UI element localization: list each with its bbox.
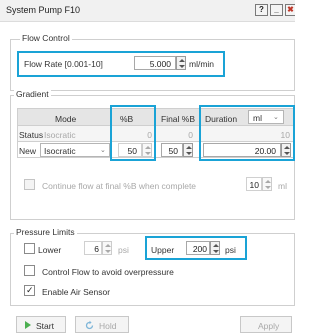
flow-rate-input[interactable]: 5.000 xyxy=(134,56,176,70)
status-mode: Isocratic xyxy=(44,130,76,140)
continue-flow-unit: ml xyxy=(278,181,287,191)
flow-rate-value: 5.000 xyxy=(149,59,171,69)
lower-limit-spinner[interactable] xyxy=(102,241,112,255)
lower-limit-value: 6 xyxy=(94,244,99,254)
chevron-down-icon: ⌄ xyxy=(100,147,106,154)
check-icon: ✓ xyxy=(26,285,34,295)
apply-button[interactable]: Apply xyxy=(240,316,292,333)
status-final-pct-b: 0 xyxy=(188,130,193,140)
hold-icon xyxy=(85,320,94,330)
hold-button-label: Hold xyxy=(99,321,117,331)
lower-limit-checkbox[interactable] xyxy=(24,243,35,254)
window-title: System Pump F10 xyxy=(6,5,81,15)
pressure-limits-title: Pressure Limits xyxy=(14,227,77,237)
continue-flow-spinner[interactable] xyxy=(262,177,272,191)
flow-rate-spinner[interactable] xyxy=(176,56,186,70)
flow-control-title: Flow Control xyxy=(20,33,72,43)
air-sensor-checkbox[interactable]: ✓ xyxy=(24,285,35,296)
start-button-label: Start xyxy=(36,321,54,331)
continue-flow-label: Continue flow at final %B when complete xyxy=(42,181,197,191)
apply-button-label: Apply xyxy=(258,321,280,331)
new-row-label: New xyxy=(19,146,37,156)
lower-limit-label: Lower xyxy=(38,245,62,255)
gradient-title: Gradient xyxy=(14,89,51,99)
upper-limit-unit: psi xyxy=(225,245,236,255)
status-row-label: Status xyxy=(19,130,44,140)
new-mode-dropdown[interactable]: Isocratic ⌄ xyxy=(40,143,110,157)
start-button[interactable]: Start xyxy=(16,316,66,333)
close-button[interactable]: ✖ xyxy=(285,4,295,16)
flow-rate-label: Flow Rate [0.001-10] xyxy=(24,59,103,69)
upper-limit-input[interactable]: 200 xyxy=(186,241,210,255)
hold-button[interactable]: Hold xyxy=(75,316,129,333)
upper-limit-spinner[interactable] xyxy=(210,241,220,255)
continue-flow-input[interactable]: 10 xyxy=(246,177,262,191)
air-sensor-label: Enable Air Sensor xyxy=(42,287,111,297)
new-final-pct-b-value: 50 xyxy=(168,146,178,156)
control-flow-checkbox[interactable] xyxy=(24,265,35,276)
flow-rate-unit: ml/min xyxy=(189,59,215,69)
lower-limit-input[interactable]: 6 xyxy=(84,241,102,255)
lower-limit-unit: psi xyxy=(118,245,129,255)
col-mode-header: Mode xyxy=(55,114,77,124)
pct-b-highlight xyxy=(110,105,156,161)
play-icon xyxy=(25,321,31,329)
col-final-pct-b-header: Final %B xyxy=(161,114,196,124)
continue-flow-checkbox[interactable] xyxy=(24,179,35,190)
minimize-button[interactable]: _ xyxy=(270,4,283,16)
continue-flow-value: 10 xyxy=(249,180,259,190)
control-flow-label: Control Flow to avoid overpressure xyxy=(42,267,174,277)
duration-highlight xyxy=(199,105,295,161)
new-final-pct-b-input[interactable]: 50 xyxy=(161,143,183,157)
upper-limit-value: 200 xyxy=(192,244,207,254)
upper-limit-label: Upper xyxy=(151,245,175,255)
new-final-pct-b-spinner[interactable] xyxy=(183,143,193,157)
help-button[interactable]: ? xyxy=(255,4,268,16)
new-mode-value: Isocratic xyxy=(44,146,76,156)
